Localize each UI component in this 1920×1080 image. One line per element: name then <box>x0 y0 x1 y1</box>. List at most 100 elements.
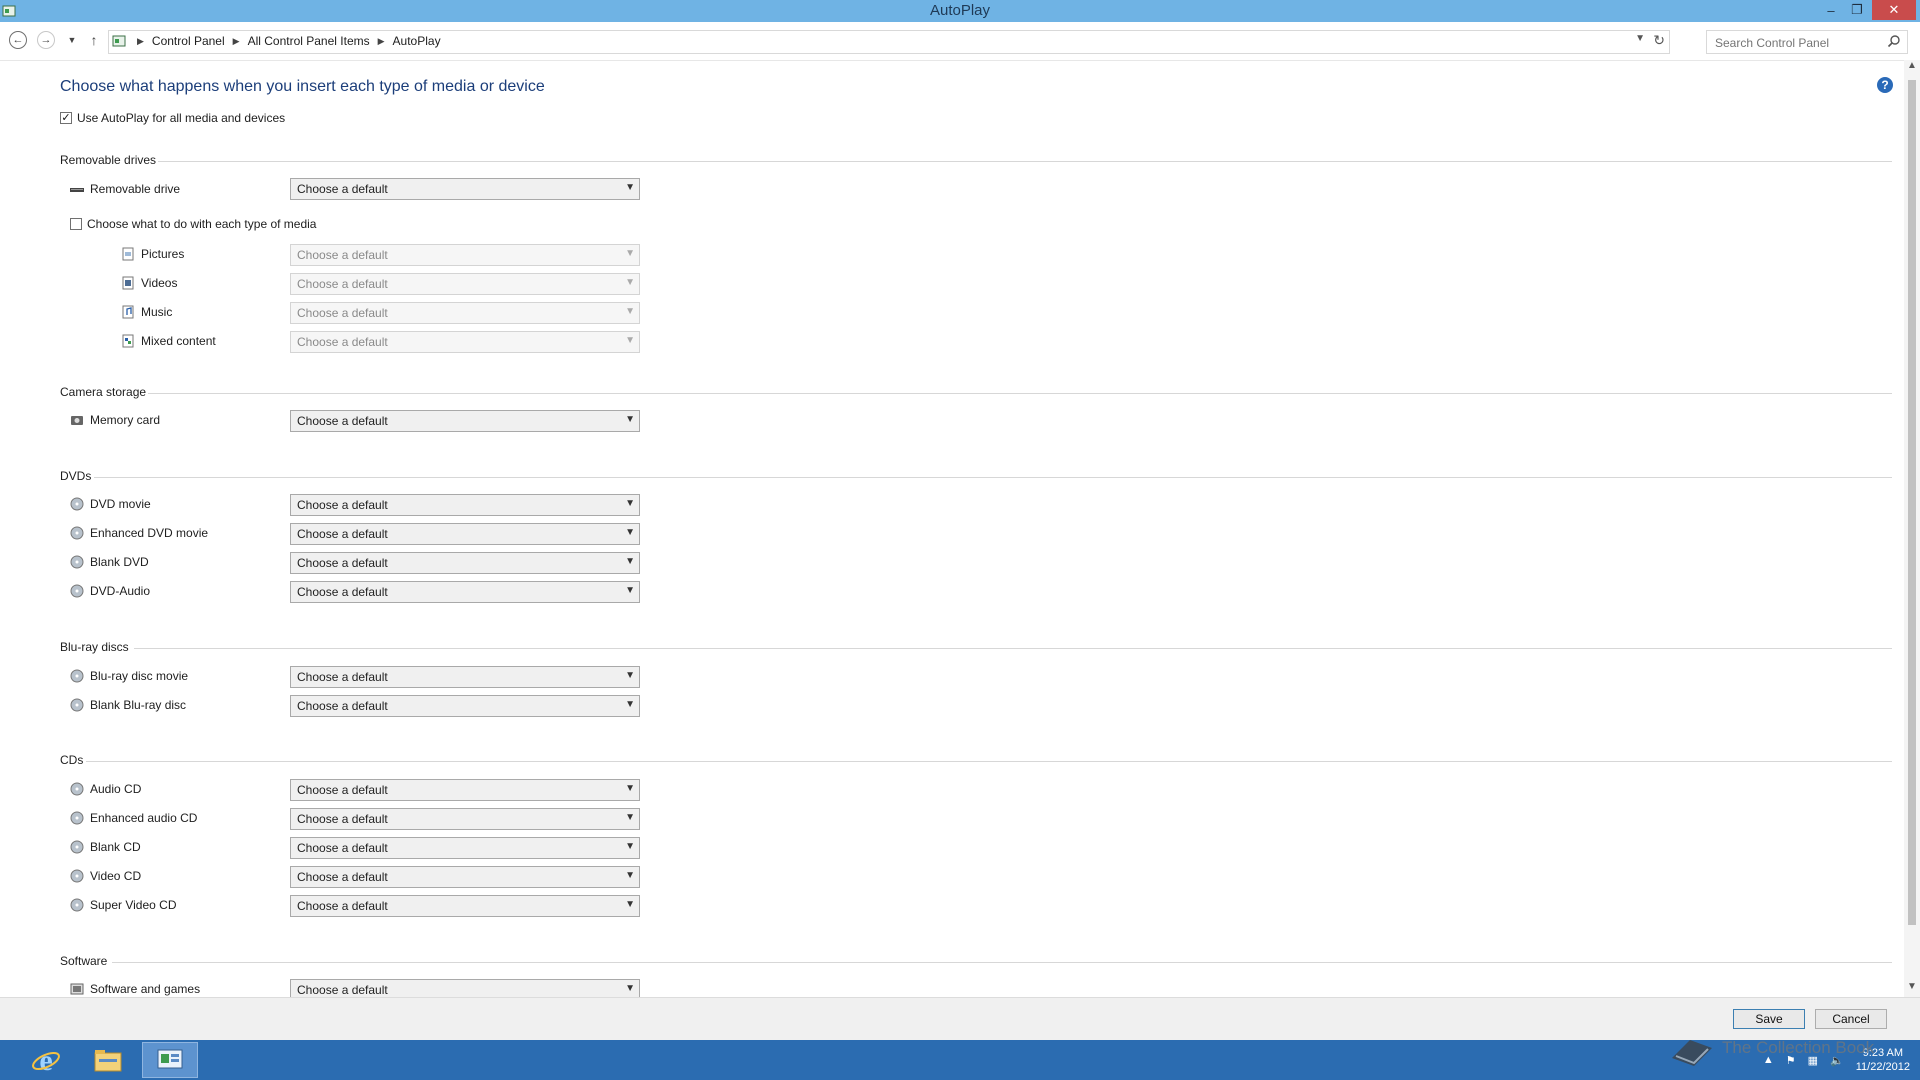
item-dvd-audio: DVD-Audio <box>70 584 150 598</box>
up-button[interactable]: ↑ <box>84 30 104 50</box>
page-title: Choose what happens when you insert each… <box>60 78 545 95</box>
address-box[interactable]: ▶ Control Panel ▶ All Control Panel Item… <box>108 30 1670 54</box>
use-autoplay-checkbox[interactable]: ✓ <box>60 112 72 124</box>
select-value: Choose a default <box>297 899 388 913</box>
select-value: Choose a default <box>297 670 388 684</box>
music-icon <box>122 305 134 319</box>
taskbar-file-explorer[interactable] <box>80 1042 136 1078</box>
select-software-and-games[interactable]: Choose a default ▼ <box>290 979 640 997</box>
per-media-checkbox[interactable] <box>70 218 82 230</box>
item-label: Blu-ray disc movie <box>90 669 189 683</box>
section-divider <box>134 648 1892 649</box>
select-value: Choose a default <box>297 335 388 349</box>
breadcrumb-separator-icon[interactable]: ▶ <box>378 36 385 47</box>
cancel-button[interactable]: Cancel <box>1815 1009 1887 1029</box>
search-input[interactable] <box>1713 33 1877 53</box>
item-label: Blank CD <box>90 840 141 854</box>
chevron-down-icon: ▼ <box>625 585 635 596</box>
breadcrumb-separator-icon[interactable]: ▶ <box>233 36 240 47</box>
search-box[interactable] <box>1706 30 1908 54</box>
section-divider <box>148 393 1892 394</box>
item-dvd-movie: DVD movie <box>70 497 151 511</box>
minimize-button[interactable]: – <box>1818 0 1844 20</box>
navigation-bar: ← → ▼ ↑ ▶ Control Panel ▶ All Control Pa… <box>0 22 1920 61</box>
item-blank-cd: Blank CD <box>70 840 141 854</box>
section-title-camera-storage: Camera storage <box>60 385 147 399</box>
disc-icon <box>70 811 84 825</box>
item-software-and-games: Software and games <box>70 982 200 996</box>
select-dvd-audio[interactable]: Choose a default ▼ <box>290 581 640 603</box>
section-divider <box>94 477 1892 478</box>
select-blank-cd[interactable]: Choose a default ▼ <box>290 837 640 859</box>
item-label: Removable drive <box>90 182 181 196</box>
scroll-down-icon[interactable]: ▼ <box>1904 981 1920 997</box>
select-blu-ray-movie[interactable]: Choose a default ▼ <box>290 666 640 688</box>
select-value: Choose a default <box>297 277 388 291</box>
refresh-icon[interactable]: ↻ <box>1653 32 1665 49</box>
use-autoplay-row[interactable]: ✓ Use AutoPlay for all media and devices <box>60 111 285 125</box>
chevron-down-icon: ▼ <box>625 527 635 538</box>
mixed-content-icon <box>122 334 134 348</box>
item-memory-card: Memory card <box>70 413 160 427</box>
select-value: Choose a default <box>297 812 388 826</box>
recent-locations-button[interactable]: ▼ <box>62 30 82 50</box>
book-icon <box>1672 1040 1712 1066</box>
videos-icon <box>122 276 134 290</box>
chevron-down-icon: ▼ <box>625 783 635 794</box>
select-video-cd[interactable]: Choose a default ▼ <box>290 866 640 888</box>
chevron-down-icon: ▼ <box>625 498 635 509</box>
breadcrumb-control-panel[interactable]: Control Panel <box>152 34 225 48</box>
select-blank-dvd[interactable]: Choose a default ▼ <box>290 552 640 574</box>
select-removable-drive[interactable]: Choose a default ▼ <box>290 178 640 200</box>
per-media-label[interactable]: Choose what to do with each type of medi… <box>87 217 316 231</box>
chevron-down-icon: ▼ <box>625 306 635 317</box>
address-history-dropdown-icon[interactable]: ▼ <box>1635 33 1645 44</box>
taskbar: e ▲ ⚑ ▦ 🔈 9:23 AM 11/22/2012 <box>0 1040 1920 1080</box>
select-music[interactable]: Choose a default ▼ <box>290 302 640 324</box>
chevron-down-icon: ▼ <box>625 414 635 425</box>
svg-text:e: e <box>39 1045 52 1075</box>
autoplay-settings-pane: Choose what happens when you insert each… <box>0 60 1904 997</box>
select-audio-cd[interactable]: Choose a default ▼ <box>290 779 640 801</box>
select-blank-blu-ray[interactable]: Choose a default ▼ <box>290 695 640 717</box>
item-pictures: Pictures <box>121 247 184 261</box>
select-memory-card[interactable]: Choose a default ▼ <box>290 410 640 432</box>
section-title-cds: CDs <box>60 753 84 767</box>
select-enhanced-audio-cd[interactable]: Choose a default ▼ <box>290 808 640 830</box>
select-super-video-cd[interactable]: Choose a default ▼ <box>290 895 640 917</box>
forward-button[interactable]: → <box>36 30 56 50</box>
chevron-down-icon: ▼ <box>625 248 635 259</box>
help-icon[interactable]: ? <box>1877 77 1893 93</box>
close-button[interactable]: ✕ <box>1872 0 1916 20</box>
disc-icon <box>70 526 84 540</box>
item-label: Audio CD <box>90 782 142 796</box>
control-panel-icon <box>157 1049 183 1069</box>
select-mixed-content[interactable]: Choose a default ▼ <box>290 331 640 353</box>
per-media-row[interactable]: Choose what to do with each type of medi… <box>70 217 316 231</box>
breadcrumb-all-items[interactable]: All Control Panel Items <box>248 34 370 48</box>
select-value: Choose a default <box>297 556 388 570</box>
taskbar-control-panel[interactable] <box>142 1042 198 1078</box>
back-button[interactable]: ← <box>8 30 28 50</box>
item-label: Videos <box>141 276 178 290</box>
use-autoplay-label[interactable]: Use AutoPlay for all media and devices <box>77 111 285 125</box>
breadcrumb-autoplay[interactable]: AutoPlay <box>393 34 441 48</box>
restore-button[interactable]: ❐ <box>1844 0 1870 20</box>
item-label: Enhanced audio CD <box>90 811 198 825</box>
scroll-up-icon[interactable]: ▲ <box>1904 60 1920 76</box>
item-label: Blank Blu-ray disc <box>90 698 187 712</box>
disc-icon <box>70 898 84 912</box>
save-button[interactable]: Save <box>1733 1009 1805 1029</box>
vertical-scrollbar[interactable]: ▲ ▼ <box>1904 60 1920 997</box>
select-dvd-movie[interactable]: Choose a default ▼ <box>290 494 640 516</box>
section-title-software: Software <box>60 954 108 968</box>
select-enhanced-dvd-movie[interactable]: Choose a default ▼ <box>290 523 640 545</box>
select-pictures[interactable]: Choose a default ▼ <box>290 244 640 266</box>
taskbar-internet-explorer[interactable]: e <box>18 1042 74 1078</box>
scrollbar-thumb[interactable] <box>1908 80 1916 925</box>
section-divider <box>86 761 1892 762</box>
select-value: Choose a default <box>297 498 388 512</box>
breadcrumb-separator-icon[interactable]: ▶ <box>137 36 144 47</box>
search-icon[interactable] <box>1887 34 1901 48</box>
select-videos[interactable]: Choose a default ▼ <box>290 273 640 295</box>
